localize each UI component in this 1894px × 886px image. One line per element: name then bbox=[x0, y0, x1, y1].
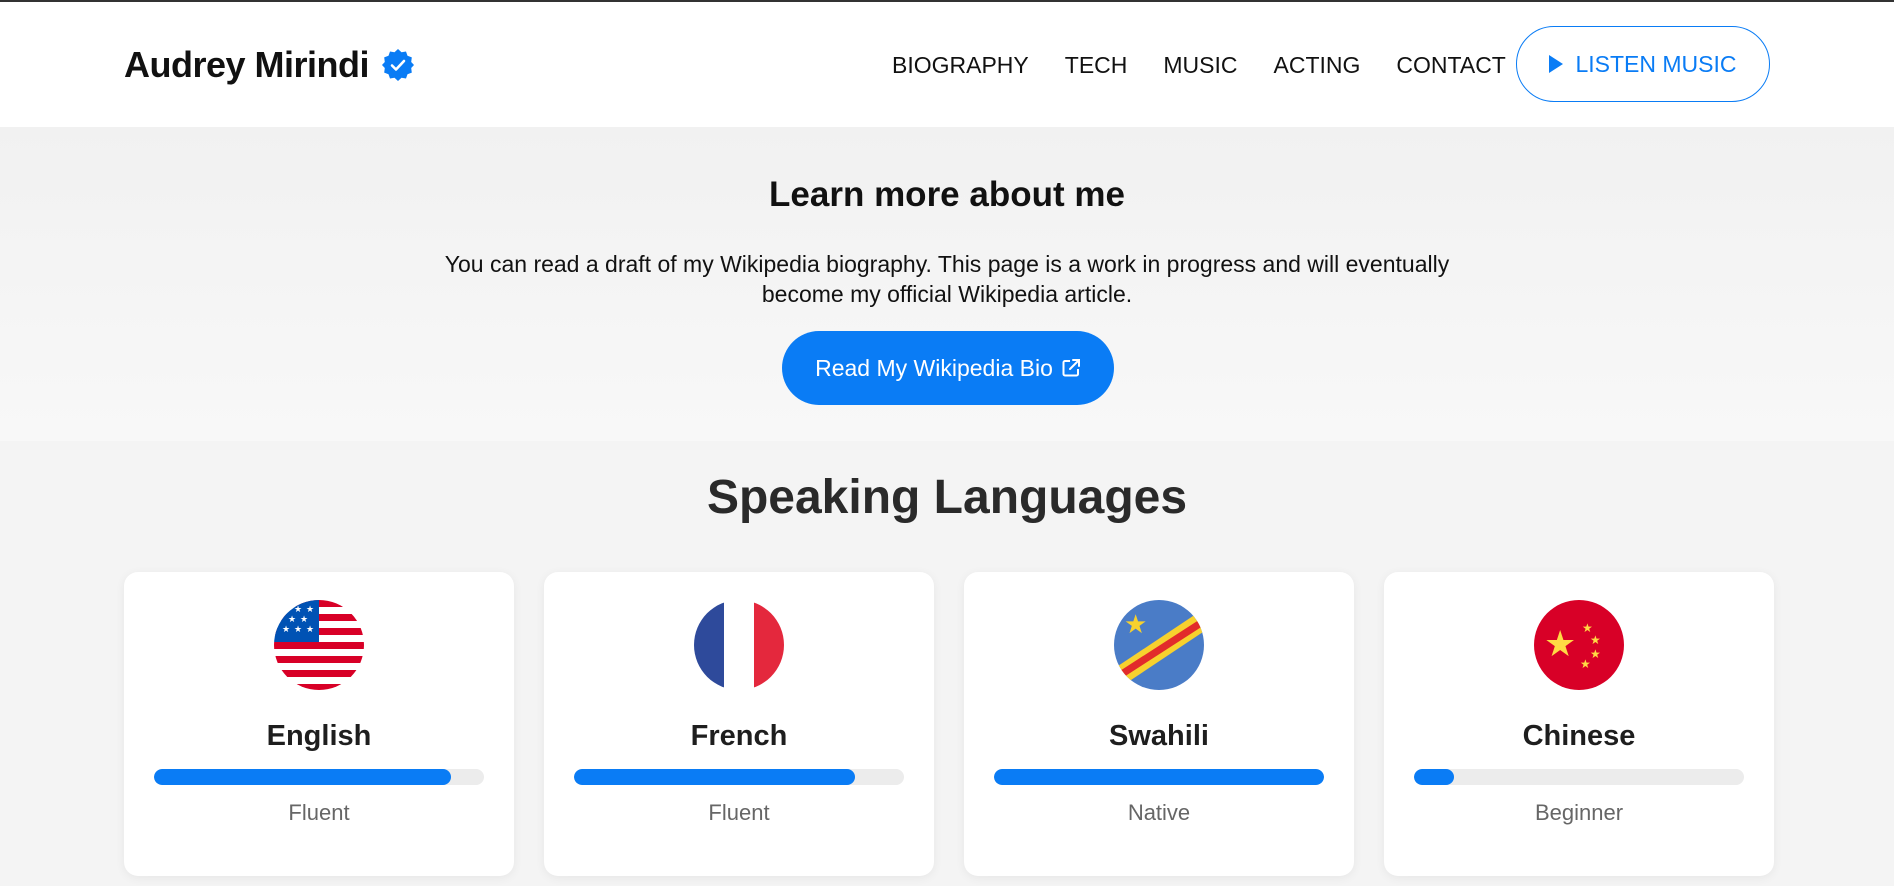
site-header: Audrey Mirindi BIOGRAPHY TECH MUSIC ACTI… bbox=[0, 2, 1894, 127]
language-progress-fill bbox=[994, 769, 1324, 785]
language-progress-fill bbox=[154, 769, 451, 785]
brand[interactable]: Audrey Mirindi bbox=[124, 44, 415, 86]
svg-text:★: ★ bbox=[282, 625, 290, 635]
play-icon bbox=[1549, 55, 1564, 73]
language-level: Native bbox=[1127, 800, 1191, 825]
language-name: Chinese bbox=[1522, 720, 1636, 752]
listen-music-button[interactable]: LISTEN MUSIC bbox=[1516, 26, 1770, 102]
language-name: English bbox=[266, 720, 372, 752]
svg-text:★: ★ bbox=[294, 625, 302, 635]
france-flag-icon bbox=[694, 600, 784, 690]
language-level: Fluent bbox=[708, 800, 770, 825]
language-card-english: ★ ★ ★ ★ ★ ★ ★ ★ English Fluent bbox=[124, 572, 514, 876]
wikipedia-bio-button[interactable]: Read My Wikipedia Bio bbox=[782, 331, 1114, 405]
language-progress-track bbox=[574, 769, 904, 785]
language-card-swahili: ★ Swahili Native bbox=[964, 572, 1354, 876]
nav-tech[interactable]: TECH bbox=[1065, 52, 1128, 79]
main-nav: BIOGRAPHY TECH MUSIC ACTING CONTACT bbox=[892, 52, 1542, 79]
language-level: Beginner bbox=[1534, 800, 1624, 825]
svg-text:★: ★ bbox=[1580, 657, 1591, 671]
verified-badge-icon bbox=[382, 49, 415, 81]
svg-text:★: ★ bbox=[1590, 647, 1601, 661]
listen-music-label: LISTEN MUSIC bbox=[1575, 50, 1737, 77]
languages-title: Speaking Languages bbox=[706, 471, 1188, 524]
svg-text:★: ★ bbox=[306, 605, 314, 615]
language-level: Fluent bbox=[288, 800, 350, 825]
external-link-icon bbox=[1062, 359, 1080, 377]
svg-text:★: ★ bbox=[282, 605, 290, 615]
brand-name: Audrey Mirindi bbox=[124, 44, 370, 85]
nav-contact[interactable]: CONTACT bbox=[1396, 52, 1505, 79]
svg-text:★: ★ bbox=[300, 615, 308, 625]
svg-text:★: ★ bbox=[288, 615, 296, 625]
svg-text:★: ★ bbox=[306, 625, 314, 635]
svg-text:★: ★ bbox=[294, 605, 302, 615]
about-title: Learn more about me bbox=[769, 175, 1125, 214]
language-progress-track bbox=[154, 769, 484, 785]
language-name: French bbox=[690, 720, 788, 752]
language-name: Swahili bbox=[1109, 720, 1209, 752]
language-progress-track bbox=[994, 769, 1324, 785]
wikipedia-bio-label: Read My Wikipedia Bio bbox=[815, 354, 1053, 381]
language-card-chinese: ★ ★ ★ ★ ★ Chinese Beginner bbox=[1384, 572, 1774, 876]
about-section: Learn more about me You can read a draft… bbox=[0, 127, 1894, 441]
svg-text:★: ★ bbox=[1544, 624, 1576, 665]
nav-biography[interactable]: BIOGRAPHY bbox=[892, 52, 1029, 79]
language-progress-fill bbox=[1414, 769, 1454, 785]
us-flag-icon: ★ ★ ★ ★ ★ ★ ★ ★ bbox=[274, 600, 364, 690]
svg-text:★: ★ bbox=[1590, 633, 1601, 647]
language-progress-fill bbox=[574, 769, 855, 785]
svg-text:★: ★ bbox=[1124, 610, 1147, 640]
language-progress-track bbox=[1414, 769, 1744, 785]
about-text: You can read a draft of my Wikipedia bio… bbox=[444, 251, 1450, 307]
nav-acting[interactable]: ACTING bbox=[1274, 52, 1361, 79]
drc-flag-icon: ★ bbox=[1114, 600, 1204, 690]
china-flag-icon: ★ ★ ★ ★ ★ bbox=[1534, 600, 1624, 690]
language-card-french: French Fluent bbox=[544, 572, 934, 876]
nav-music[interactable]: MUSIC bbox=[1163, 52, 1237, 79]
